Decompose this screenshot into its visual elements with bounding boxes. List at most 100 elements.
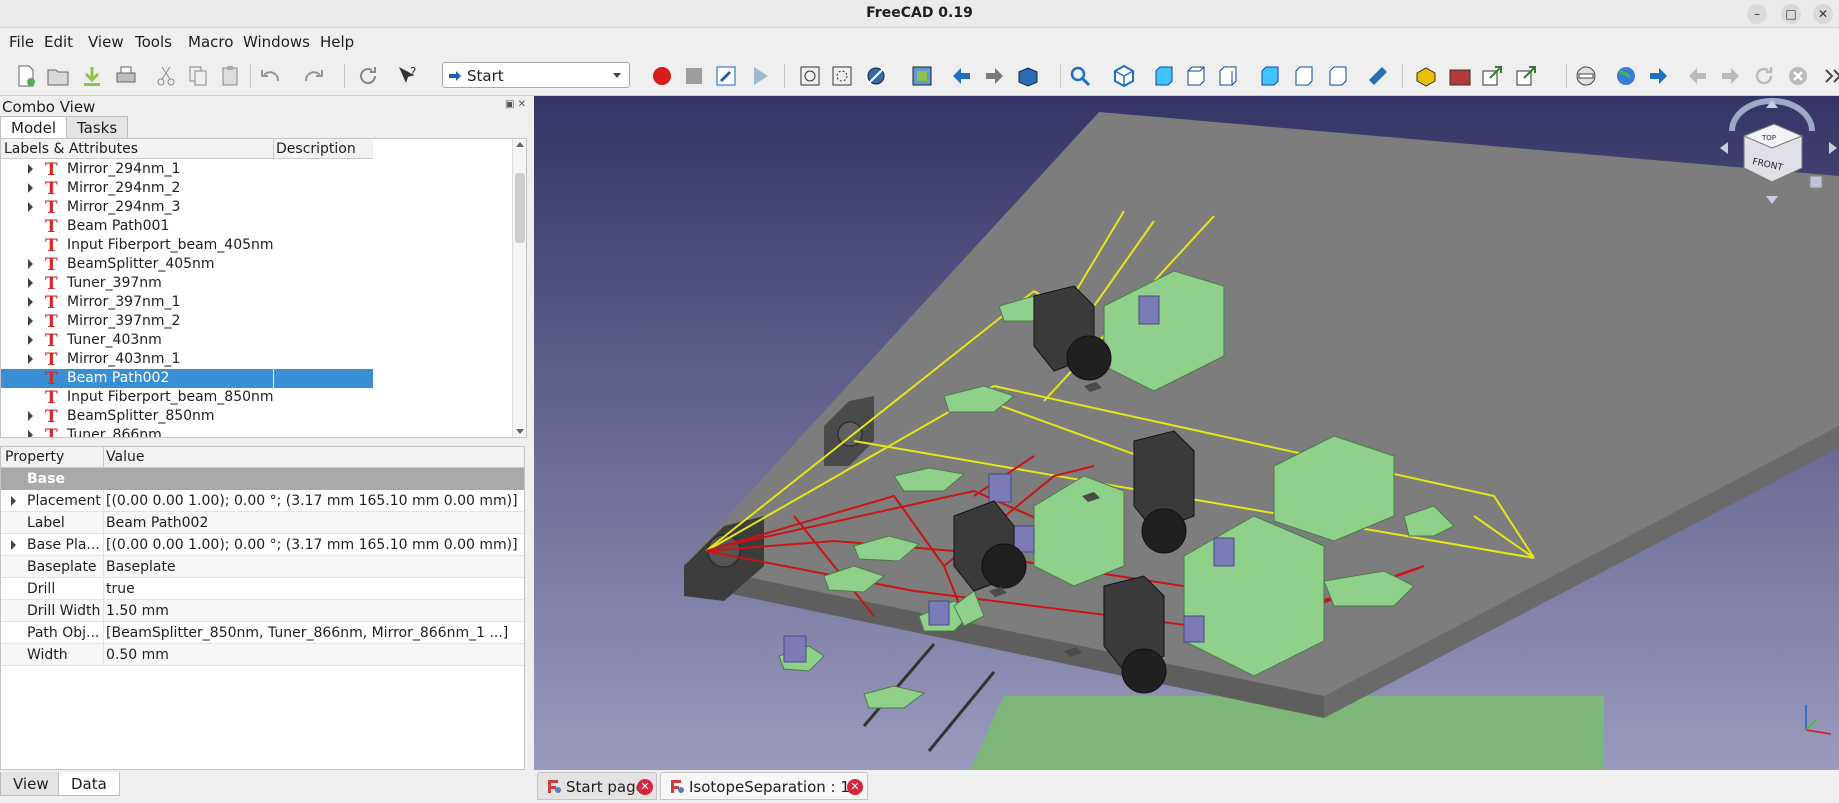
fit-all-icon[interactable] <box>798 64 822 88</box>
property-row[interactable]: Drill Width 1.50 mm <box>1 600 524 622</box>
tree-item[interactable]: T Beam Path001 <box>1 217 373 237</box>
stop-macro-icon[interactable] <box>682 64 706 88</box>
link-actions-icon[interactable] <box>1514 64 1538 88</box>
web-forward-icon[interactable] <box>1646 64 1670 88</box>
tab-data[interactable]: Data <box>58 772 120 796</box>
view-rear-icon[interactable] <box>1258 64 1282 88</box>
menu-file[interactable]: File <box>9 33 34 51</box>
property-row[interactable]: Path Obj... [BeamSplitter_850nm, Tuner_86… <box>1 622 524 644</box>
menu-help[interactable]: Help <box>320 33 354 51</box>
cut-icon[interactable] <box>154 64 178 88</box>
header-description[interactable]: Description <box>276 141 356 157</box>
minimize-button[interactable]: – <box>1747 4 1767 24</box>
tree-item[interactable]: T BeamSplitter_850nm <box>1 407 373 427</box>
property-value[interactable]: Beam Path002 <box>106 515 208 531</box>
header-labels[interactable]: Labels & Attributes <box>4 141 138 157</box>
property-row[interactable]: Width 0.50 mm <box>1 644 524 666</box>
panel-float-close-icons[interactable]: ▣ ✕ <box>505 99 526 110</box>
print-icon[interactable] <box>114 64 138 88</box>
workbench-selector[interactable]: Start <box>442 62 630 88</box>
property-row[interactable]: Baseplate Baseplate <box>1 556 524 578</box>
tree-item[interactable]: T BeamSplitter_405nm <box>1 255 373 275</box>
expand-arrow-icon[interactable] <box>11 540 16 550</box>
property-value[interactable]: [BeamSplitter_850nm, Tuner_866nm, Mirror… <box>106 625 508 641</box>
view-left-icon[interactable] <box>1326 64 1350 88</box>
tree-item[interactable]: T Mirror_397nm_1 <box>1 293 373 313</box>
doc-tab-isotope-separation[interactable]: IsotopeSeparation : 1* ✕ <box>660 772 868 800</box>
zoom-icon[interactable] <box>1068 64 1092 88</box>
tree-item[interactable]: T Input Fiberport_beam_850nm <box>1 388 373 408</box>
doc-tab-start-page[interactable]: Start page ✕ <box>537 772 657 800</box>
forward-arrow-icon[interactable] <box>982 64 1006 88</box>
paste-icon[interactable] <box>218 64 242 88</box>
view-front-icon[interactable] <box>1152 64 1176 88</box>
tree-item[interactable]: T Mirror_294nm_2 <box>1 179 373 199</box>
tree-scrollbar[interactable] <box>512 139 526 437</box>
web-refresh-icon[interactable] <box>1752 64 1776 88</box>
property-value[interactable]: Baseplate <box>106 559 176 575</box>
web-next-icon[interactable] <box>1718 64 1742 88</box>
tree-item[interactable]: T Tuner_403nm <box>1 331 373 351</box>
expand-arrow-icon[interactable] <box>28 316 33 326</box>
redo-icon[interactable] <box>302 64 326 88</box>
menu-view[interactable]: View <box>88 33 124 51</box>
measure-icon[interactable] <box>1366 64 1390 88</box>
maximize-button[interactable]: □ <box>1781 4 1801 24</box>
back-arrow-icon[interactable] <box>950 64 974 88</box>
close-window-button[interactable]: ✕ <box>1813 4 1833 24</box>
menu-macro[interactable]: Macro <box>188 33 233 51</box>
expand-arrow-icon[interactable] <box>28 430 33 437</box>
part-icon[interactable] <box>1414 64 1438 88</box>
copy-icon[interactable] <box>186 64 210 88</box>
property-value[interactable]: 1.50 mm <box>106 603 169 619</box>
whats-this-icon[interactable]: ? <box>396 64 420 88</box>
property-value[interactable]: [(0.00 0.00 1.00); 0.00 °; (3.17 mm 165.… <box>106 537 518 553</box>
tab-model[interactable]: Model <box>0 116 68 138</box>
expand-arrow-icon[interactable] <box>28 411 33 421</box>
property-row[interactable]: Label Beam Path002 <box>1 512 524 534</box>
save-icon[interactable] <box>80 64 104 88</box>
expand-arrow-icon[interactable] <box>28 278 33 288</box>
tree-item[interactable]: T Input Fiberport_beam_405nm <box>1 236 373 256</box>
record-macro-icon[interactable] <box>650 64 674 88</box>
undo-icon[interactable] <box>258 64 282 88</box>
open-folder-icon[interactable] <box>46 64 70 88</box>
header-property[interactable]: Property <box>5 449 64 465</box>
3d-viewport[interactable]: TOP FRONT <box>534 96 1839 770</box>
menu-tools[interactable]: Tools <box>135 33 172 51</box>
expand-arrow-icon[interactable] <box>28 183 33 193</box>
view-isometric-icon[interactable] <box>1112 64 1136 88</box>
refresh-icon[interactable] <box>356 64 380 88</box>
link-icon[interactable] <box>1480 64 1504 88</box>
group-folder-icon[interactable] <box>1448 64 1472 88</box>
property-value[interactable]: true <box>106 581 135 597</box>
tab-tasks[interactable]: Tasks <box>66 116 129 138</box>
property-value[interactable]: [(0.00 0.00 1.00); 0.00 °; (3.17 mm 165.… <box>106 493 518 509</box>
toolbar-overflow-icon[interactable] <box>1822 64 1839 88</box>
expand-arrow-icon[interactable] <box>28 164 33 174</box>
tree-item[interactable]: T Mirror_294nm_1 <box>1 160 373 180</box>
view-std-icon[interactable] <box>1016 64 1040 88</box>
expand-arrow-icon[interactable] <box>28 259 33 269</box>
view-right-icon[interactable] <box>1216 64 1240 88</box>
close-tab-icon[interactable]: ✕ <box>847 779 863 795</box>
property-group-base[interactable]: Base <box>1 468 524 490</box>
tree-item[interactable]: T Mirror_294nm_3 <box>1 198 373 218</box>
run-macro-icon[interactable] <box>748 64 772 88</box>
view-top-icon[interactable] <box>1184 64 1208 88</box>
web-stop-icon[interactable] <box>1786 64 1810 88</box>
expand-arrow-icon[interactable] <box>28 297 33 307</box>
property-value[interactable]: 0.50 mm <box>106 647 169 663</box>
navigation-cube[interactable]: TOP FRONT <box>1702 96 1839 216</box>
web-back-icon[interactable] <box>1686 64 1710 88</box>
header-value[interactable]: Value <box>106 449 144 465</box>
tab-view[interactable]: View <box>0 772 62 796</box>
draw-style-icon[interactable] <box>864 64 888 88</box>
property-row[interactable]: Drill true <box>1 578 524 600</box>
3d-scene[interactable] <box>534 96 1839 770</box>
property-row[interactable]: Base Pla... [(0.00 0.00 1.00); 0.00 °; (3… <box>1 534 524 556</box>
new-document-icon[interactable] <box>14 64 38 88</box>
browser-stop-icon[interactable] <box>1574 64 1598 88</box>
view-bottom-icon[interactable] <box>1292 64 1316 88</box>
tree-item[interactable]: T Mirror_397nm_2 <box>1 312 373 332</box>
